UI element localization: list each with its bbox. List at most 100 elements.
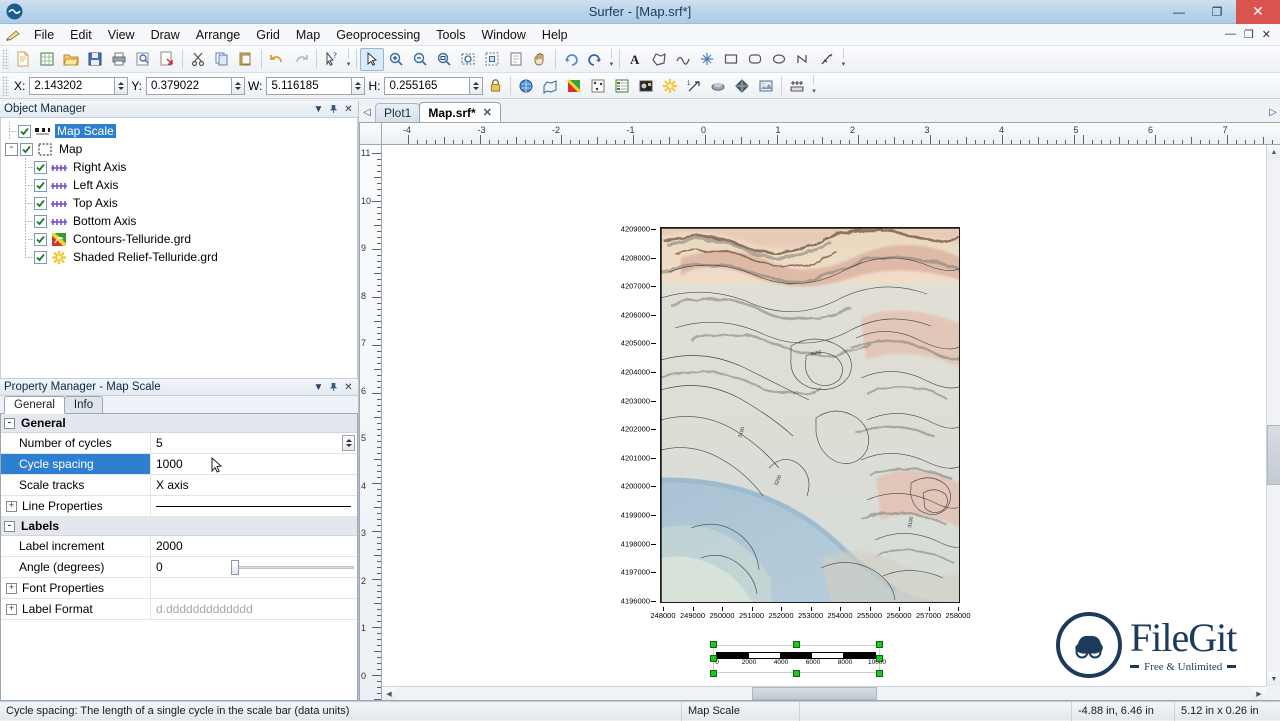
value-cycle-spacing[interactable]: 1000 <box>151 454 357 474</box>
tree-item-right-axis[interactable]: Right Axis <box>5 158 357 176</box>
vertical-scrollbar[interactable]: ▲ ▼ <box>1266 145 1280 686</box>
polygon-tool-icon[interactable] <box>647 48 671 71</box>
label-format-expander[interactable]: + <box>6 603 17 615</box>
tab-map-srf-close-icon[interactable]: ✕ <box>483 106 492 119</box>
reshape-tool-icon[interactable] <box>815 48 839 71</box>
property-manager-close-icon[interactable]: ✕ <box>341 380 356 395</box>
row-line-properties[interactable]: + Line Properties <box>1 496 357 517</box>
angle-slider-knob[interactable] <box>231 560 239 575</box>
fit-to-window-icon[interactable] <box>480 48 504 71</box>
font-properties-expander[interactable]: + <box>6 582 17 594</box>
minimize-button[interactable]: — <box>1160 0 1198 24</box>
scale-bar-icon[interactable] <box>785 74 809 97</box>
value-label-format[interactable]: d.ddddddddddddd <box>151 599 357 619</box>
toolbar-overflow-button[interactable]: ▾ <box>809 75 818 97</box>
object-manager-menu-icon[interactable]: ▼ <box>311 102 326 117</box>
selection-handle[interactable] <box>710 641 717 648</box>
w-input[interactable]: 5.116185 <box>266 76 353 95</box>
right-axis-checkbox[interactable] <box>34 160 47 174</box>
selection-handle[interactable] <box>793 641 800 648</box>
selection-handle[interactable] <box>710 655 717 662</box>
plot-page[interactable]: 4209000 4208000 4207000 4206000 4205000 42040… <box>382 145 1266 686</box>
map-checkbox[interactable] <box>20 142 33 156</box>
bottom-axis-checkbox[interactable] <box>34 214 47 228</box>
rectangle-tool-icon[interactable] <box>719 48 743 71</box>
menu-draw[interactable]: Draw <box>143 26 188 44</box>
redo-icon[interactable] <box>289 48 313 71</box>
help-pointer-icon[interactable]: ? <box>320 48 344 71</box>
row-scale-tracks[interactable]: Scale tracks X axis <box>1 475 357 496</box>
top-axis-checkbox[interactable] <box>34 196 47 210</box>
value-label-increment[interactable]: 2000 <box>151 536 357 556</box>
menu-geoprocessing[interactable]: Geoprocessing <box>328 26 428 44</box>
selection-handle[interactable] <box>793 670 800 677</box>
plot-canvas-container[interactable]: -4 -3 -2 -1 0 1 2 3 4 5 6 7 11 10 9 8 7 6 5 4 3 2 1 0 4209000 4… <box>359 122 1280 701</box>
3d-wireframe-icon[interactable] <box>730 74 754 97</box>
map-scale-checkbox[interactable] <box>18 124 31 138</box>
w-spinner[interactable] <box>352 76 366 95</box>
menu-file[interactable]: File <box>26 26 62 44</box>
menu-help[interactable]: Help <box>534 26 576 44</box>
toolbar-overflow-button[interactable]: ▾ <box>839 48 848 70</box>
property-manager-menu-icon[interactable]: ▼ <box>311 380 326 395</box>
row-angle-degrees[interactable]: Angle (degrees) 0 <box>1 557 357 578</box>
y-spinner[interactable] <box>232 76 246 95</box>
ellipse-tool-icon[interactable] <box>767 48 791 71</box>
value-line-properties[interactable] <box>151 496 357 516</box>
row-cycle-spacing[interactable]: Cycle spacing 1000 <box>1 454 357 475</box>
tree-item-left-axis[interactable]: Left Axis <box>5 176 357 194</box>
row-font-properties[interactable]: + Font Properties <box>1 578 357 599</box>
print-icon[interactable] <box>107 48 131 71</box>
scroll-down-icon[interactable]: ▼ <box>1267 672 1280 686</box>
base-map-icon[interactable] <box>514 74 538 97</box>
map-expander[interactable]: - <box>5 142 18 156</box>
tree-item-contours[interactable]: Contours-Telluride.grd <box>5 230 357 248</box>
toolbar-overflow-button[interactable]: ▾ <box>607 48 616 70</box>
polyline-tool-icon[interactable] <box>671 48 695 71</box>
number-of-cycles-spinner[interactable] <box>342 435 355 451</box>
left-axis-checkbox[interactable] <box>34 178 47 192</box>
menu-tools[interactable]: Tools <box>428 26 473 44</box>
zoom-selection-icon[interactable] <box>432 48 456 71</box>
menu-arrange[interactable]: Arrange <box>188 26 248 44</box>
scroll-right-icon[interactable]: ▶ <box>1252 687 1266 700</box>
open-file-icon[interactable] <box>59 48 83 71</box>
y-input[interactable]: 0.379022 <box>146 76 233 95</box>
symbol-tool-icon[interactable] <box>695 48 719 71</box>
row-label-increment[interactable]: Label increment 2000 <box>1 536 357 557</box>
tab-scroll-left-icon[interactable]: ◁ <box>359 103 375 122</box>
export-icon[interactable] <box>155 48 179 71</box>
georeference-image-icon[interactable] <box>754 74 778 97</box>
tab-info[interactable]: Info <box>63 396 104 413</box>
menu-edit[interactable]: Edit <box>62 26 100 44</box>
text-tool-icon[interactable]: A <box>623 48 647 71</box>
tree-item-shaded-relief[interactable]: Shaded Relief-Telluride.grd <box>5 248 357 266</box>
classed-post-icon[interactable] <box>586 74 610 97</box>
value-font-properties[interactable] <box>151 578 357 598</box>
rounded-rectangle-tool-icon[interactable] <box>743 48 767 71</box>
post-map-icon[interactable] <box>538 74 562 97</box>
horizontal-scrollbar[interactable]: ◀ ▶ <box>382 686 1266 700</box>
vector-map-icon[interactable]: 1 <box>682 74 706 97</box>
shaded-relief-checkbox[interactable] <box>34 250 47 264</box>
print-preview-icon[interactable] <box>131 48 155 71</box>
zoom-page-icon[interactable] <box>504 48 528 71</box>
mdi-minimize-button[interactable]: — <box>1222 28 1239 41</box>
selection-handle[interactable] <box>710 670 717 677</box>
group-labels[interactable]: - Labels <box>1 517 357 536</box>
horizontal-ruler[interactable]: -4 -3 -2 -1 0 1 2 3 4 5 6 7 <box>382 123 1280 145</box>
horizontal-scroll-thumb[interactable] <box>752 687 877 700</box>
toolbar-grip[interactable] <box>2 49 9 69</box>
pan-hand-icon[interactable] <box>528 48 552 71</box>
map-y-axis[interactable]: 4209000 4208000 4207000 4206000 4205000 42040… <box>596 225 656 605</box>
rotate-left-icon[interactable] <box>559 48 583 71</box>
menu-map[interactable]: Map <box>288 26 328 44</box>
new-file-icon[interactable] <box>11 48 35 71</box>
group-general[interactable]: - General <box>1 414 357 433</box>
tree-item-top-axis[interactable]: Top Axis <box>5 194 357 212</box>
zoom-rectangle-icon[interactable] <box>456 48 480 71</box>
menu-grid[interactable]: Grid <box>248 26 288 44</box>
object-manager-pin-icon[interactable] <box>326 102 341 117</box>
map-image[interactable]: 3000 3100 3200 3100 <box>660 227 960 603</box>
tab-plot1[interactable]: Plot1 <box>375 103 421 122</box>
